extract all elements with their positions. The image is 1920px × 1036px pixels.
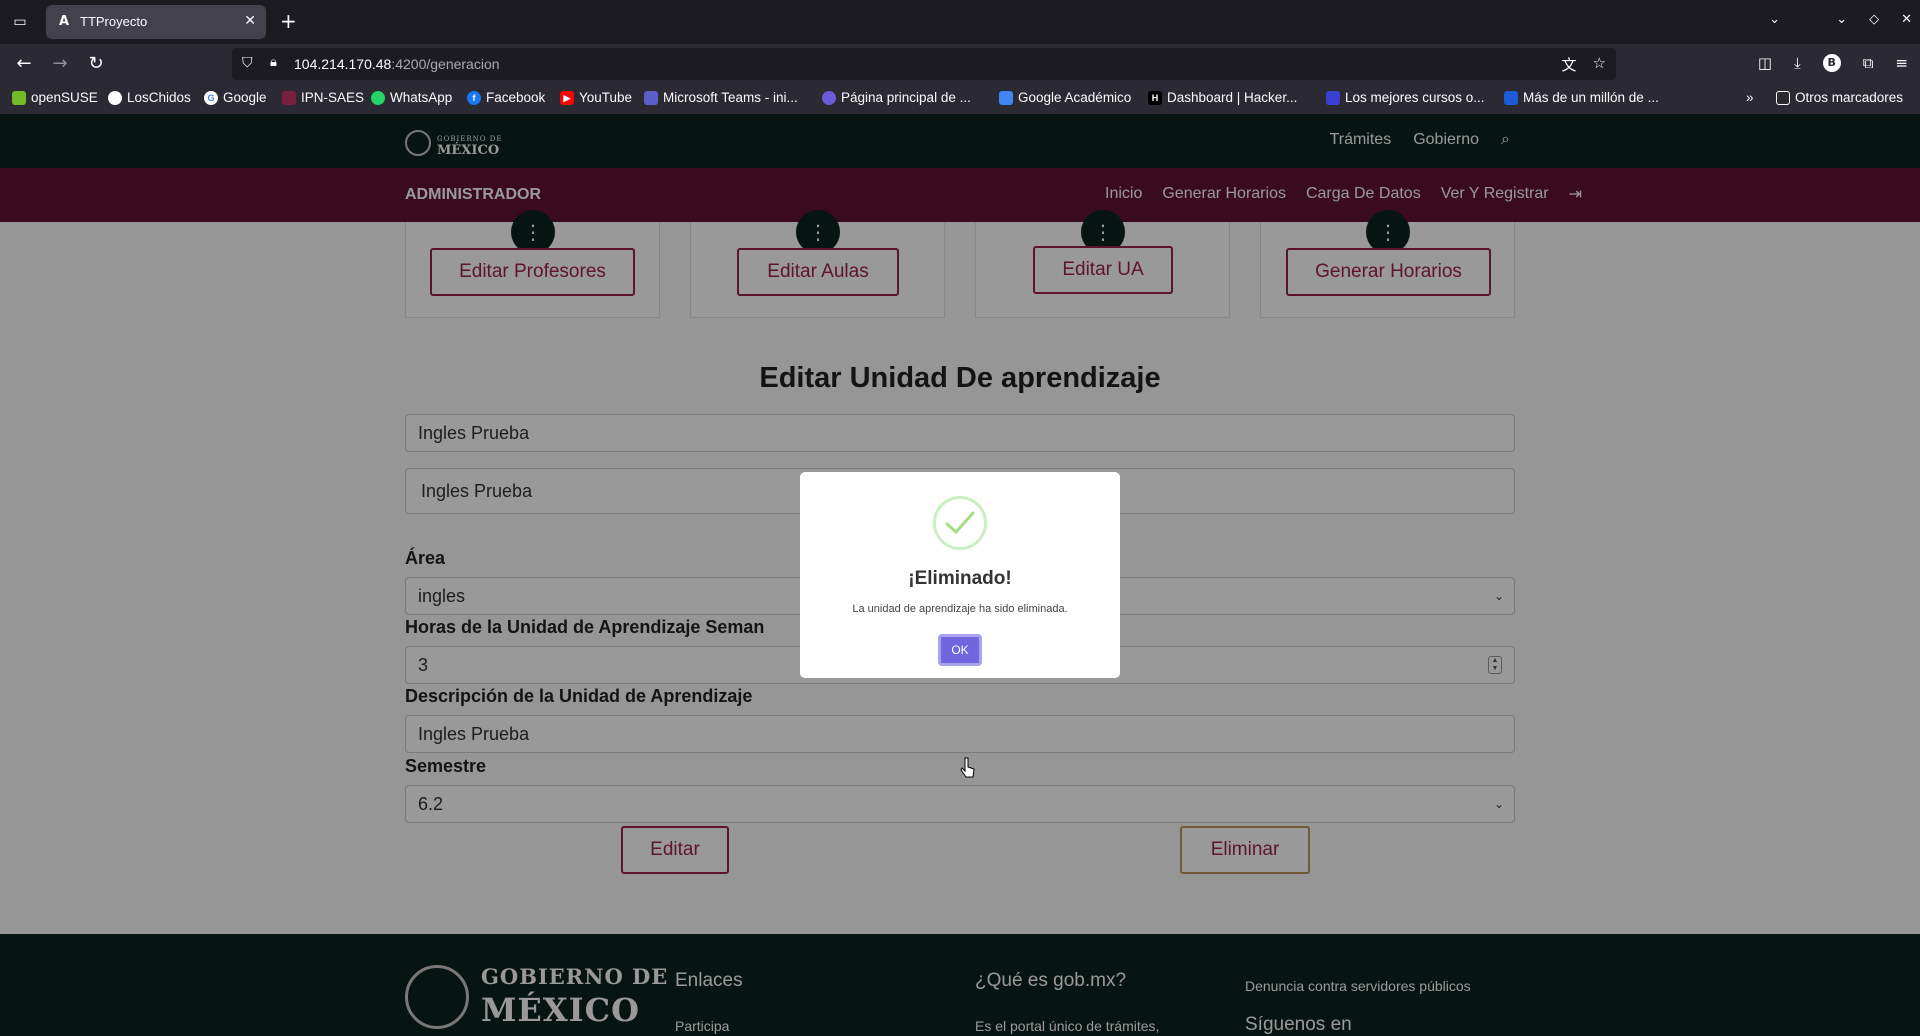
success-check-icon: [933, 496, 987, 550]
browser-tab-bar: ▭ A TTProyecto ✕ + ⌄ ⌄ ◇ ✕: [0, 0, 1920, 44]
tab-close-icon[interactable]: ✕: [244, 13, 256, 29]
profile-avatar[interactable]: B: [1822, 54, 1841, 72]
bookmark-item[interactable]: Más de un millón de ...: [1504, 90, 1659, 105]
bookmark-item[interactable]: G Google: [204, 90, 267, 105]
translate-icon[interactable]: 文: [1562, 54, 1577, 75]
browser-tab[interactable]: A TTProyecto ✕: [46, 5, 266, 39]
window-controls: ⌄ ◇ ✕: [1836, 12, 1912, 27]
ok-button[interactable]: OK: [938, 634, 982, 666]
bookmark-item[interactable]: WhatsApp: [371, 90, 452, 105]
bookmarks-overflow-icon[interactable]: »: [1746, 90, 1754, 105]
other-bookmarks-folder[interactable]: Otros marcadores: [1776, 90, 1903, 105]
bookmark-item[interactable]: ▶ YouTube: [560, 90, 632, 105]
success-modal: ¡Eliminado! La unidad de aprendizaje ha …: [800, 472, 1120, 678]
lock-icon[interactable]: 🔒︎: [270, 55, 277, 70]
url-text[interactable]: 104.214.170.48:4200/generacion: [294, 56, 500, 72]
reload-icon[interactable]: ↻: [84, 52, 108, 76]
tab-overflow-icon[interactable]: ⌄: [1769, 12, 1780, 27]
tab-favicon-icon: A: [58, 14, 70, 29]
modal-title: ¡Eliminado!: [908, 568, 1012, 589]
shield-icon[interactable]: ⛉: [242, 55, 253, 71]
downloads-icon[interactable]: ⤓: [1794, 54, 1801, 72]
tab-title: TTProyecto: [80, 14, 148, 29]
bookmark-item[interactable]: Google Académico: [999, 90, 1131, 105]
mouse-cursor-icon: [960, 757, 975, 778]
bookmark-item[interactable]: LosChidos: [108, 90, 191, 105]
bookmark-item[interactable]: f Facebook: [467, 90, 545, 105]
extensions-icon[interactable]: ⧉: [1863, 54, 1874, 72]
close-window-icon[interactable]: ✕: [1901, 12, 1912, 27]
bookmark-item[interactable]: IPN-SAES: [282, 90, 364, 105]
bookmark-item[interactable]: openSUSE: [12, 90, 98, 105]
back-icon[interactable]: ←: [12, 52, 36, 76]
bookmarks-bar: openSUSE LosChidos G Google IPN-SAES What…: [0, 84, 1920, 114]
bookmark-item[interactable]: H Dashboard | Hacker...: [1148, 90, 1297, 105]
bookmark-star-icon[interactable]: ☆: [1593, 54, 1606, 75]
minimize-icon[interactable]: ⌄: [1836, 12, 1847, 27]
url-bar[interactable]: ⛉ 🔒︎ 104.214.170.48:4200/generacion 文 ☆: [232, 48, 1616, 80]
new-tab-icon[interactable]: +: [280, 10, 297, 32]
pocket-icon[interactable]: ◫: [1758, 54, 1772, 72]
menu-icon[interactable]: ≡: [1895, 54, 1908, 72]
bookmark-item[interactable]: Página principal de ...: [822, 90, 971, 105]
tab-list-icon[interactable]: ▭: [10, 12, 30, 32]
web-page: GOBIERNO DE MÉXICO Trámites Gobierno ⌕ A…: [0, 114, 1920, 1036]
bookmark-item[interactable]: Microsoft Teams - ini...: [644, 90, 798, 105]
modal-text: La unidad de aprendizaje ha sido elimina…: [852, 603, 1068, 615]
maximize-icon[interactable]: ◇: [1869, 12, 1879, 27]
forward-icon[interactable]: →: [48, 52, 72, 76]
browser-navbar: ← → ↻ ⛉ 🔒︎ 104.214.170.48:4200/generacio…: [0, 44, 1920, 84]
bookmark-item[interactable]: Los mejores cursos o...: [1326, 90, 1485, 105]
